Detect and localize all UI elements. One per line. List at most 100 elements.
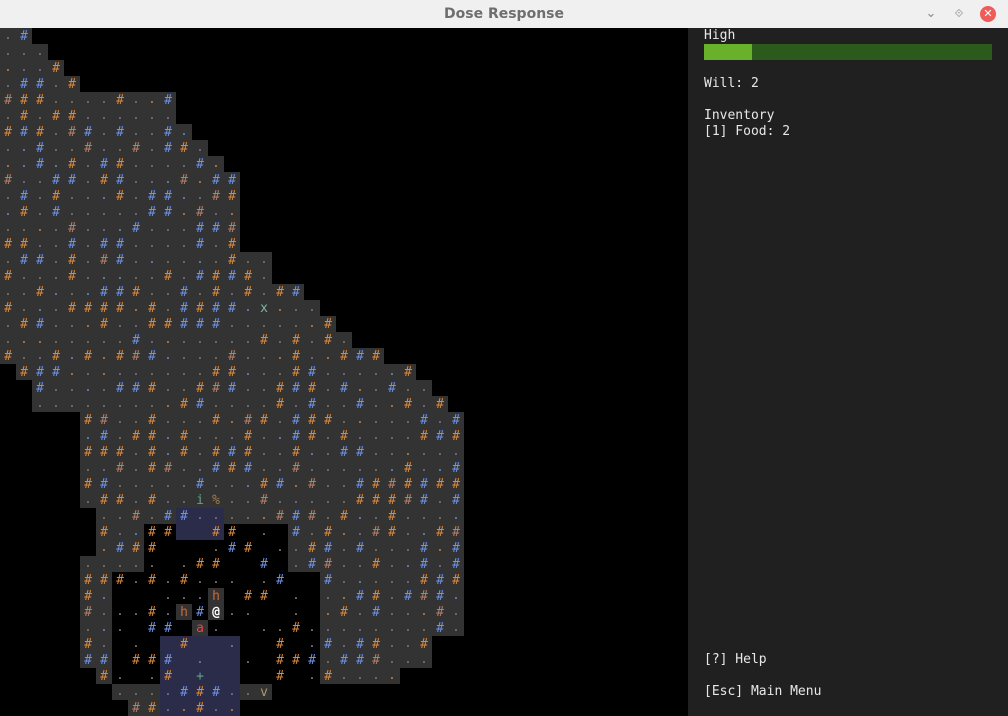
floor-dot: . xyxy=(388,556,395,570)
floor-dot: . xyxy=(100,588,107,602)
wall-glyph: # xyxy=(148,381,156,396)
floor-dot: . xyxy=(356,572,363,586)
monster-h[interactable]: h xyxy=(212,589,220,604)
floor-dot: . xyxy=(132,636,139,650)
floor-dot: . xyxy=(20,300,27,314)
floor-dot: . xyxy=(20,60,27,74)
floor-dot: . xyxy=(212,508,219,522)
floor-dot: . xyxy=(116,204,123,218)
floor-dot: . xyxy=(116,620,123,634)
wall-glyph: # xyxy=(116,445,124,460)
floor-dot: . xyxy=(452,604,459,618)
floor-dot: . xyxy=(100,124,107,138)
wall-glyph: # xyxy=(260,589,268,604)
floor-dot: . xyxy=(164,332,171,346)
status-label: High xyxy=(704,28,736,43)
floor-dot: . xyxy=(244,684,251,698)
minimize-button[interactable]: ⌄ xyxy=(921,0,941,28)
floor-dot: . xyxy=(292,604,299,618)
floor-dot: . xyxy=(276,444,283,458)
npc-x[interactable]: x xyxy=(260,301,268,316)
floor-dot: . xyxy=(4,60,11,74)
game-map[interactable]: . #...... #. # #. # # # #.... #.. #. #. # #...... # # #.… xyxy=(0,28,688,716)
floor-dot: . xyxy=(132,684,139,698)
wall-glyph: # xyxy=(132,349,140,364)
monster-i[interactable]: i xyxy=(196,493,204,508)
wall-glyph: # xyxy=(244,269,252,284)
floor-dot: . xyxy=(36,44,43,58)
floor-dot: . xyxy=(100,620,107,634)
floor-dot: . xyxy=(132,412,139,426)
item-food[interactable]: % xyxy=(212,493,220,508)
floor-dot: . xyxy=(420,396,427,410)
floor-dot: . xyxy=(244,604,251,618)
floor-dot: . xyxy=(148,556,155,570)
main-menu-key[interactable]: [Esc] Main Menu xyxy=(704,684,821,700)
floor-dot: . xyxy=(340,668,347,682)
wall-glyph: # xyxy=(244,541,252,556)
wall-glyph: # xyxy=(20,93,28,108)
floor-dot: . xyxy=(436,540,443,554)
floor-dot: . xyxy=(324,364,331,378)
floor-dot: . xyxy=(276,348,283,362)
floor-dot: . xyxy=(276,316,283,330)
floor-dot: . xyxy=(148,220,155,234)
wall-glyph: # xyxy=(100,237,108,252)
floor-dot: . xyxy=(292,316,299,330)
floor-dot: . xyxy=(388,572,395,586)
close-button[interactable]: ✕ xyxy=(980,6,996,22)
floor-dot: . xyxy=(388,604,395,618)
wall-glyph: # xyxy=(420,413,428,428)
floor-dot: . xyxy=(116,108,123,122)
wall-glyph: # xyxy=(388,493,396,508)
floor-dot: . xyxy=(212,156,219,170)
wall-glyph: # xyxy=(276,509,284,524)
floor-dot: . xyxy=(116,684,123,698)
floor-dot: . xyxy=(116,604,123,618)
floor-dot: . xyxy=(100,636,107,650)
wall-glyph: # xyxy=(308,381,316,396)
floor-dot: . xyxy=(260,444,267,458)
monster-v[interactable]: v xyxy=(260,685,268,700)
wall-glyph: # xyxy=(196,685,204,700)
player[interactable]: @ xyxy=(212,605,220,620)
floor-dot: . xyxy=(148,252,155,266)
wall-glyph: # xyxy=(52,61,60,76)
floor-dot: . xyxy=(196,412,203,426)
floor-dot: . xyxy=(308,620,315,634)
floor-dot: . xyxy=(276,492,283,506)
wall-glyph: # xyxy=(68,125,76,140)
floor-dot: . xyxy=(308,524,315,538)
floor-dot: . xyxy=(116,476,123,490)
floor-dot: . xyxy=(164,380,171,394)
floor-dot: . xyxy=(52,396,59,410)
monster-h[interactable]: h xyxy=(180,605,188,620)
floor-dot: . xyxy=(116,412,123,426)
floor-dot: . xyxy=(356,604,363,618)
floor-dot: . xyxy=(164,300,171,314)
wall-glyph: # xyxy=(164,317,172,332)
help-key[interactable]: [?] Help xyxy=(704,652,767,668)
wall-glyph: # xyxy=(276,637,284,652)
floor-dot: . xyxy=(228,332,235,346)
inventory-item[interactable]: [1] Food: 2 xyxy=(704,124,790,140)
floor-dot: . xyxy=(132,460,139,474)
floor-dot: . xyxy=(180,156,187,170)
window-titlebar: Dose Response ⌄ ⟐ ✕ xyxy=(0,0,1008,29)
dose-plus[interactable]: + xyxy=(196,669,204,684)
wall-glyph: # xyxy=(260,333,268,348)
floor-dot: . xyxy=(260,508,267,522)
floor-dot: . xyxy=(372,412,379,426)
lit-floor-tile xyxy=(192,636,208,652)
wall-glyph: # xyxy=(292,445,300,460)
wall-glyph: # xyxy=(148,701,156,716)
wall-glyph: # xyxy=(84,413,92,428)
wall-glyph: # xyxy=(20,253,28,268)
floor-dot: . xyxy=(356,412,363,426)
maximize-button[interactable]: ⟐ xyxy=(949,0,969,28)
floor-dot: . xyxy=(100,604,107,618)
floor-dot: . xyxy=(148,236,155,250)
wall-glyph: # xyxy=(180,285,188,300)
monster-a[interactable]: a xyxy=(196,621,204,636)
wall-glyph: # xyxy=(436,573,444,588)
